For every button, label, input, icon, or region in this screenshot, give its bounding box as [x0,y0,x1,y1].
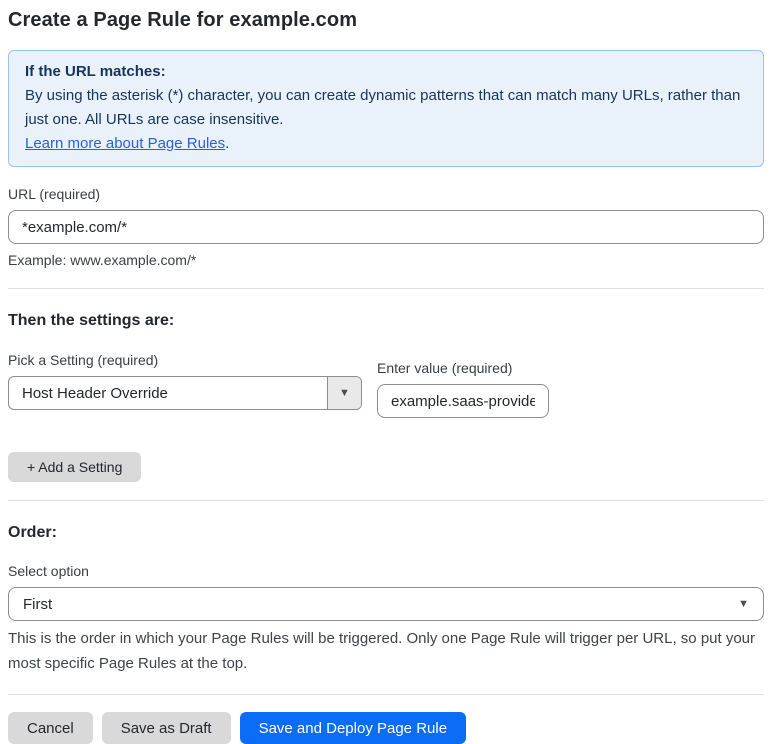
settings-row: Pick a Setting (required) Host Header Ov… [8,350,764,418]
footer-divider [8,694,764,695]
info-box-link-line: Learn more about Page Rules. [25,132,747,156]
chevron-down-icon: ▼ [738,598,749,610]
page-title: Create a Page Rule for example.com [8,9,358,31]
order-selected-option: First [23,595,53,613]
save-as-draft-button[interactable]: Save as Draft [101,712,231,744]
save-and-deploy-button[interactable]: Save and Deploy Page Rule [239,712,467,744]
url-example-helper: Example: www.example.com/* [8,252,197,268]
footer-actions: Cancel Save as Draft Save and Deploy Pag… [8,712,764,744]
setting-value-column: Enter value (required) [377,358,549,418]
section-divider [8,500,764,501]
cancel-button[interactable]: Cancel [8,712,93,744]
info-box-body: By using the asterisk (*) character, you… [25,87,741,128]
section-divider [8,288,764,289]
url-input[interactable] [8,210,764,244]
order-select-label: Select option [8,563,89,579]
setting-value-input[interactable] [377,384,549,418]
setting-picker-select[interactable]: Host Header Override ▼ [8,376,362,410]
info-box-heading: If the URL matches: [25,63,166,80]
chevron-down-icon: ▼ [339,387,350,399]
order-select[interactable]: First ▼ [8,587,764,621]
learn-more-link[interactable]: Learn more about Page Rules [25,135,225,152]
order-section-heading: Order: [8,524,57,541]
settings-section-heading: Then the settings are: [8,312,175,329]
link-suffix: . [225,135,230,152]
url-matches-info-box: If the URL matches: By using the asteris… [8,50,764,167]
setting-picker-arrow-segment[interactable]: ▼ [327,377,361,409]
url-field-label: URL (required) [8,186,101,202]
setting-picker-value: Host Header Override [22,384,168,402]
setting-value-label: Enter value (required) [377,360,513,376]
order-helper-text: This is the order in which your Page Rul… [8,630,756,672]
setting-picker-label: Pick a Setting (required) [8,352,159,368]
add-setting-button[interactable]: + Add a Setting [8,452,142,482]
setting-picker-column: Pick a Setting (required) Host Header Ov… [8,350,362,418]
